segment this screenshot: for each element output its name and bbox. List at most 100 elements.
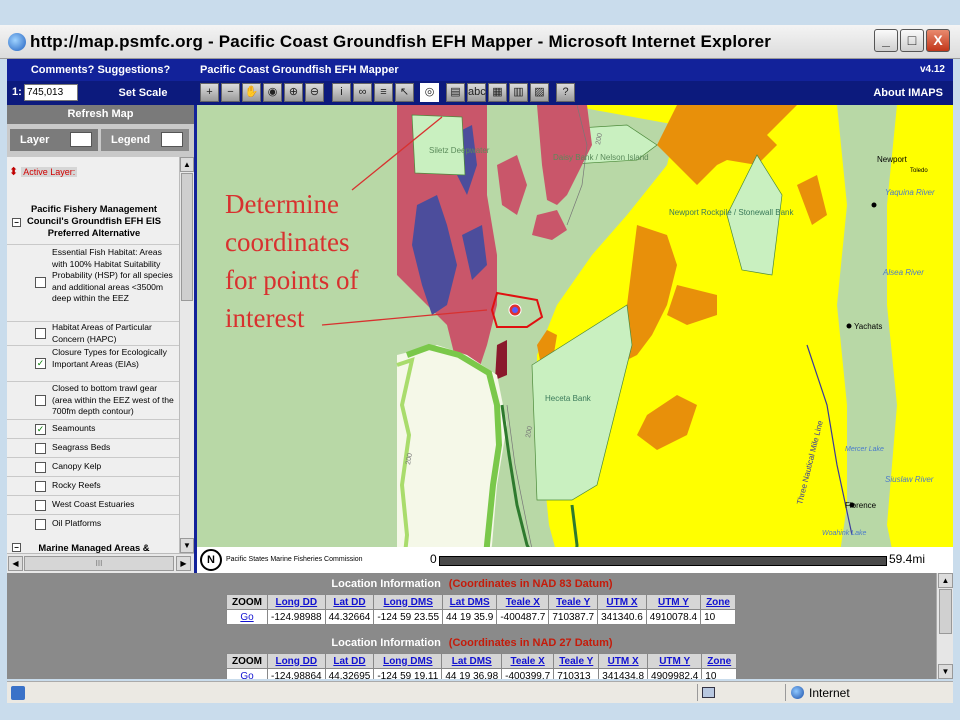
- zoom-in-icon[interactable]: +: [200, 83, 219, 102]
- scroll-thumb[interactable]: III: [24, 556, 174, 571]
- column-header[interactable]: UTM Y: [647, 653, 703, 669]
- layer-list-horizontal-scrollbar[interactable]: ◀ III ▶: [7, 553, 194, 573]
- pan-hand-icon[interactable]: ✋: [242, 83, 261, 102]
- column-header[interactable]: Teale Y: [548, 594, 599, 610]
- column-header[interactable]: Zone: [701, 653, 738, 669]
- table-cell: -400399.7: [501, 668, 555, 679]
- tab-legend[interactable]: Legend: [101, 129, 189, 151]
- maximize-button[interactable]: □: [900, 29, 924, 52]
- about-imaps-link[interactable]: About IMAPS: [873, 81, 943, 105]
- layer-checkbox[interactable]: [35, 500, 46, 511]
- scroll-down-icon[interactable]: ▼: [938, 664, 953, 679]
- layer-row[interactable]: Rocky Reefs: [7, 476, 179, 495]
- info-icon[interactable]: i: [332, 83, 351, 102]
- north-arrow-icon: N: [200, 549, 222, 571]
- column-header[interactable]: Teale X: [501, 653, 555, 669]
- group-collapse-icon[interactable]: −: [12, 543, 21, 552]
- full-extent-globe-icon[interactable]: ◉: [263, 83, 282, 102]
- browser-window: http://map.psmfc.org - Pacific Coast Gro…: [0, 0, 960, 720]
- layer-row[interactable]: Closed to bottom trawl gear (area within…: [7, 381, 179, 419]
- info-vertical-scrollbar[interactable]: ▲ ▼: [936, 573, 953, 679]
- zoom-last-icon[interactable]: ⊖: [305, 83, 324, 102]
- comments-link[interactable]: Comments? Suggestions?: [7, 59, 194, 81]
- go-link[interactable]: Go: [226, 668, 268, 679]
- layer-row[interactable]: Essential Fish Habitat: Areas with 100% …: [7, 244, 179, 321]
- printer-icon[interactable]: ▦: [488, 83, 507, 102]
- column-header[interactable]: UTM X: [597, 594, 647, 610]
- minimize-button[interactable]: _: [874, 29, 898, 52]
- column-header[interactable]: Zone: [700, 594, 736, 610]
- layer-row[interactable]: West Coast Estuaries: [7, 495, 179, 514]
- scale-input[interactable]: 745,013: [24, 84, 78, 101]
- column-header[interactable]: Long DMS: [373, 653, 443, 669]
- find-binoculars-icon[interactable]: ∞: [353, 83, 372, 102]
- map-view[interactable]: Siletz Deepwater Daisy Bank / Nelson Isl…: [197, 105, 953, 573]
- refresh-map-button[interactable]: Refresh Map: [7, 105, 194, 124]
- layer-checkbox[interactable]: ✓: [35, 424, 46, 435]
- table-cell: 341340.6: [597, 609, 647, 625]
- layer-row[interactable]: Oil Platforms: [7, 514, 179, 533]
- scroll-up-icon[interactable]: ▲: [938, 573, 953, 588]
- table-row: Go -124.98864 44.32695 -124 59 19.11 44 …: [226, 668, 738, 679]
- panel-tabs: Layer Legend: [7, 124, 194, 157]
- query-icon[interactable]: abc: [467, 83, 486, 102]
- column-header[interactable]: UTM Y: [645, 594, 702, 610]
- select-icon[interactable]: ↖: [395, 83, 414, 102]
- help-icon[interactable]: ?: [556, 83, 575, 102]
- layer-checkbox[interactable]: ✓: [35, 358, 46, 369]
- column-header[interactable]: Lat DD: [324, 594, 375, 610]
- measure-icon[interactable]: ≡: [374, 83, 393, 102]
- status-bar: Internet: [7, 681, 953, 703]
- layer-row[interactable]: Habitat Areas of Particular Concern (HAP…: [7, 321, 179, 345]
- map-label: Heceta Bank: [545, 394, 592, 403]
- tab-layer-label: Layer: [20, 134, 50, 146]
- layer-checkbox[interactable]: [35, 443, 46, 454]
- scroll-right-icon[interactable]: ▶: [176, 556, 191, 571]
- map-label: Newport Rockpile / Stonewall Bank: [669, 208, 795, 217]
- set-scale-button[interactable]: Set Scale: [92, 81, 194, 105]
- zoom-out-icon[interactable]: −: [221, 83, 240, 102]
- layer-checkbox[interactable]: [35, 328, 46, 339]
- column-header[interactable]: Lat DD: [324, 653, 375, 669]
- column-header[interactable]: Long DD: [267, 594, 326, 610]
- scroll-left-icon[interactable]: ◀: [8, 556, 23, 571]
- column-header[interactable]: Lat DMS: [441, 653, 503, 669]
- zoom-active-icon[interactable]: ⊕: [284, 83, 303, 102]
- layer-checkbox[interactable]: [35, 519, 46, 530]
- scroll-down-icon[interactable]: ▼: [180, 538, 194, 553]
- group-collapse-icon[interactable]: −: [12, 218, 21, 227]
- tab-layer[interactable]: Layer: [10, 129, 98, 151]
- up-down-arrows-icon[interactable]: ⬍: [9, 166, 18, 178]
- tab-legend-label: Legend: [111, 134, 151, 146]
- layer-checkbox[interactable]: [35, 395, 46, 406]
- layer-checkbox[interactable]: [35, 277, 46, 288]
- scroll-thumb[interactable]: [181, 173, 193, 301]
- column-header[interactable]: Teale Y: [553, 653, 600, 669]
- go-link[interactable]: Go: [226, 609, 268, 625]
- column-header[interactable]: Long DMS: [373, 594, 444, 610]
- table-cell: 341434.8: [598, 668, 649, 679]
- column-header[interactable]: UTM X: [598, 653, 649, 669]
- clear-icon[interactable]: ▨: [530, 83, 549, 102]
- print-icon[interactable]: ▤: [446, 83, 465, 102]
- layer-list-vertical-scrollbar[interactable]: ▲ ▼: [179, 157, 194, 553]
- table-cell: 710313: [553, 668, 600, 679]
- column-header[interactable]: Lat DMS: [442, 594, 498, 610]
- scroll-thumb[interactable]: [939, 589, 952, 634]
- layer-checkbox[interactable]: [35, 481, 46, 492]
- column-header[interactable]: Teale X: [496, 594, 550, 610]
- column-header[interactable]: Long DD: [267, 653, 326, 669]
- map-canvas[interactable]: Siletz Deepwater Daisy Bank / Nelson Isl…: [197, 105, 953, 573]
- table-header-row: ZOOM Long DD Lat DD Long DMS Lat DMS Tea…: [226, 594, 736, 610]
- layer-row[interactable]: ✓ Seamounts: [7, 419, 179, 438]
- layer-row[interactable]: Seagrass Beds: [7, 438, 179, 457]
- annotation-line: Determine: [225, 189, 339, 219]
- scroll-up-icon[interactable]: ▲: [180, 157, 194, 172]
- layer-checkbox[interactable]: [35, 462, 46, 473]
- layer-row[interactable]: Canopy Kelp: [7, 457, 179, 476]
- layer-row[interactable]: ✓ Closure Types for Ecologically Importa…: [7, 345, 179, 381]
- buffer-icon[interactable]: ▥: [509, 83, 528, 102]
- identify-point-icon[interactable]: ◎: [420, 83, 439, 102]
- eia-polygon: [411, 114, 466, 176]
- close-button[interactable]: X: [926, 29, 950, 52]
